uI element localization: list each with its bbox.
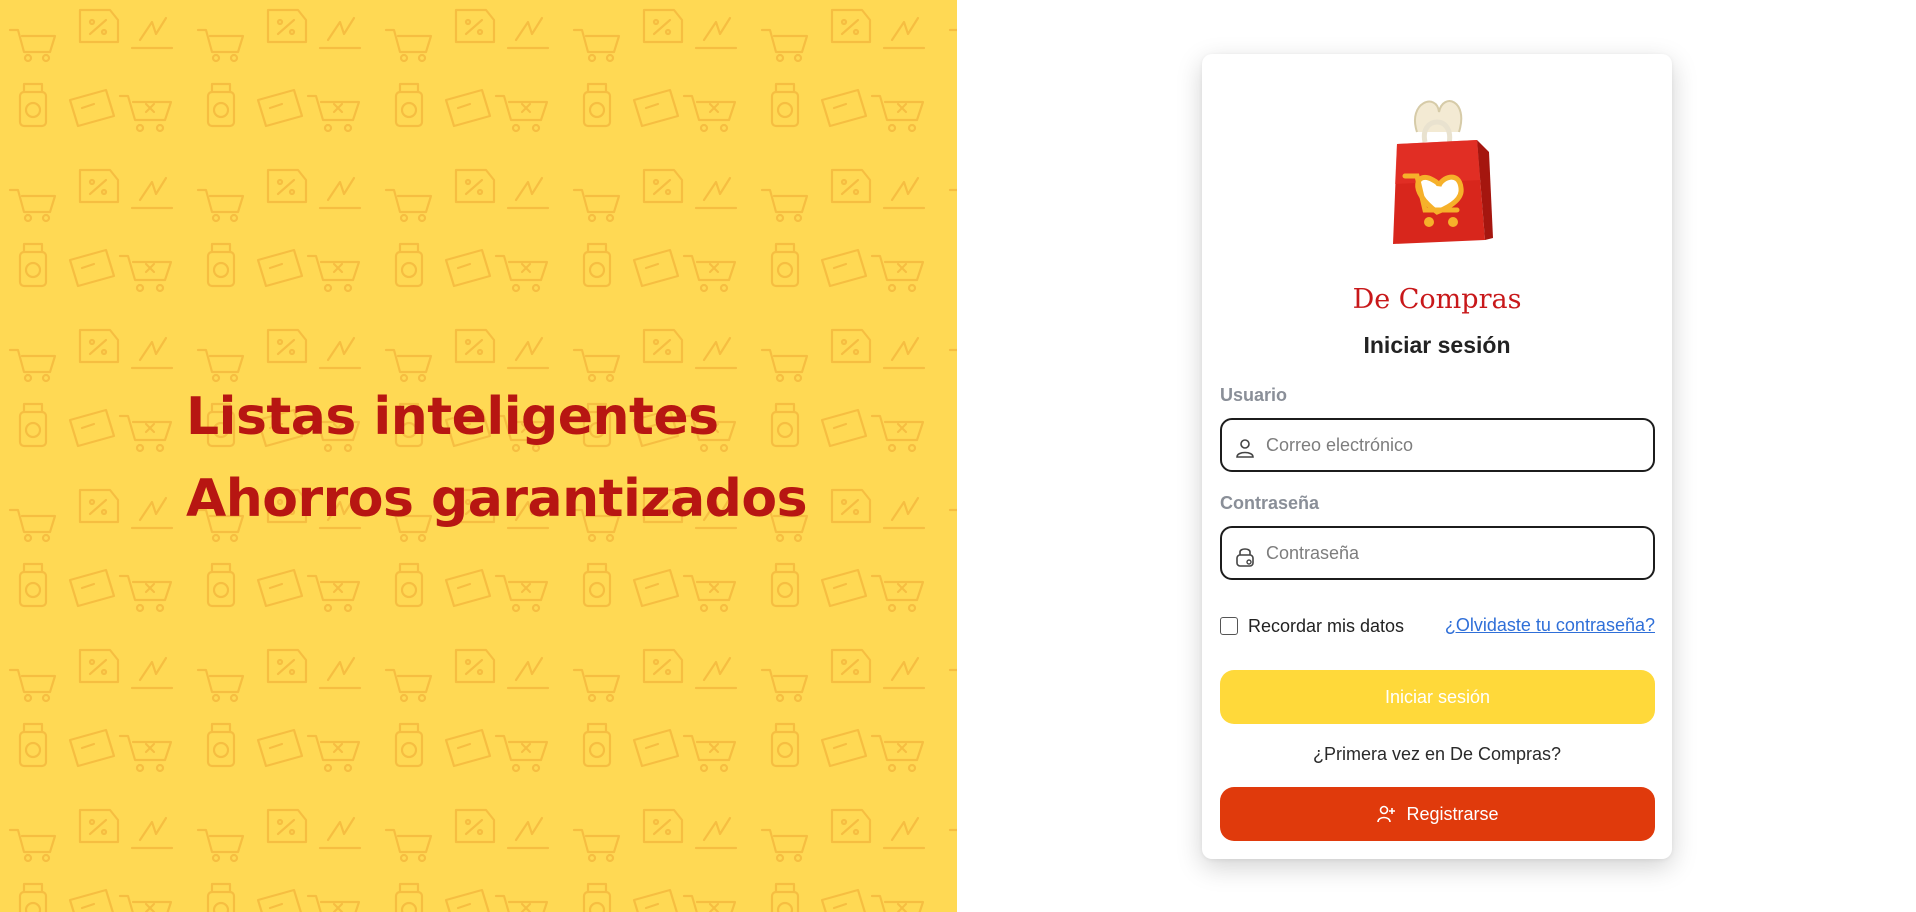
lock-icon [1236,548,1254,567]
username-input[interactable] [1266,420,1646,470]
login-card: De Compras Iniciar sesión Usuario Contra… [1202,54,1672,859]
remember-label: Recordar mis datos [1248,615,1405,636]
user-icon [1236,439,1254,458]
password-label: Contraseña [1220,493,1320,513]
password-field[interactable] [1220,526,1655,580]
remember-checkbox[interactable] [1220,617,1238,635]
brand-logo: De Compras [1342,92,1532,322]
user-plus-icon [1377,805,1396,823]
password-input[interactable] [1266,528,1646,578]
tagline-2: Ahorros garantizados [186,469,808,529]
tagline-1: Listas inteligentes [186,387,719,447]
login-title: Iniciar sesión [1363,332,1511,358]
username-label: Usuario [1220,385,1288,405]
brand-name: De Compras [1352,284,1522,315]
register-button[interactable]: Registrarse [1220,787,1655,841]
hero-panel: Listas inteligentes Ahorros garantizados [0,0,957,912]
username-field[interactable] [1220,418,1655,472]
first-time-text: ¿Primera vez en De Compras? [1312,744,1562,764]
login-button[interactable]: Iniciar sesión [1220,670,1655,724]
forgot-password-link[interactable]: ¿Olvidaste tu contraseña? [1445,615,1655,636]
register-button-label: Registrarse [1406,803,1499,824]
remember-me[interactable]: Recordar mis datos [1220,614,1404,638]
hero-taglines: Listas inteligentes Ahorros garantizados [186,376,808,540]
login-button-label: Iniciar sesión [1384,686,1491,707]
shopping-bag-heart-icon [1393,100,1493,244]
